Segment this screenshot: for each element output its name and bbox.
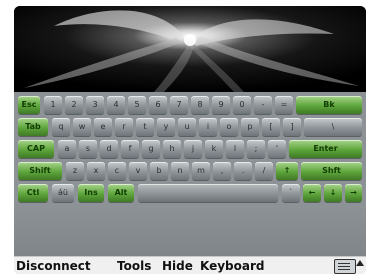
key-m[interactable]: m (192, 162, 210, 180)
key-semicolon[interactable]: ; (247, 140, 265, 158)
key-slash[interactable]: / (255, 162, 273, 180)
key-n[interactable]: n (171, 162, 189, 180)
key-t[interactable]: t (136, 118, 154, 136)
device-screen: Esc 1 2 3 4 5 6 7 8 9 0 - = Bk Tab q w e… (14, 6, 366, 274)
key-quote[interactable]: ' (268, 140, 286, 158)
key-comma[interactable]: , (213, 162, 231, 180)
key-backslash[interactable]: \ (304, 118, 362, 136)
taskbar: Disconnect Tools Hide Keyboard (14, 256, 366, 274)
key-arrow-left[interactable]: ← (303, 184, 321, 202)
key-caps-lock[interactable]: CAP (18, 140, 54, 158)
key-d[interactable]: d (100, 140, 118, 158)
key-y[interactable]: y (157, 118, 175, 136)
key-p[interactable]: p (241, 118, 259, 136)
key-shift-right[interactable]: Shft (301, 162, 362, 180)
key-e[interactable]: e (94, 118, 112, 136)
key-7[interactable]: 7 (170, 96, 188, 114)
key-3[interactable]: 3 (86, 96, 104, 114)
key-h[interactable]: h (163, 140, 181, 158)
key-c[interactable]: c (108, 162, 126, 180)
key-b[interactable]: b (150, 162, 168, 180)
key-g[interactable]: g (142, 140, 160, 158)
key-s[interactable]: s (79, 140, 97, 158)
key-equals[interactable]: = (275, 96, 293, 114)
key-ctrl[interactable]: Ctl (18, 184, 48, 202)
key-4[interactable]: 4 (107, 96, 125, 114)
key-right-bracket[interactable]: ] (283, 118, 301, 136)
wallpaper (14, 6, 366, 92)
key-a[interactable]: a (58, 140, 76, 158)
key-8[interactable]: 8 (191, 96, 209, 114)
key-arrow-up[interactable]: ↑ (276, 162, 298, 180)
key-1[interactable]: 1 (44, 96, 62, 114)
on-screen-keyboard: Esc 1 2 3 4 5 6 7 8 9 0 - = Bk Tab q w e… (14, 92, 366, 256)
key-w[interactable]: w (73, 118, 91, 136)
key-arrow-down[interactable]: ↓ (324, 184, 342, 202)
key-i[interactable]: i (199, 118, 217, 136)
key-f[interactable]: f (121, 140, 139, 158)
key-minus[interactable]: - (254, 96, 272, 114)
key-shift-left[interactable]: Shift (18, 162, 62, 180)
key-q[interactable]: q (52, 118, 70, 136)
key-x[interactable]: x (87, 162, 105, 180)
key-z[interactable]: z (66, 162, 84, 180)
key-left-bracket[interactable]: [ (262, 118, 280, 136)
key-o[interactable]: o (220, 118, 238, 136)
up-arrow-icon[interactable] (356, 260, 364, 266)
key-backspace[interactable]: Bk (296, 96, 362, 114)
key-tab[interactable]: Tab (18, 118, 48, 136)
key-space[interactable] (138, 184, 278, 202)
key-l[interactable]: l (226, 140, 244, 158)
key-period[interactable]: . (234, 162, 252, 180)
key-r[interactable]: r (115, 118, 133, 136)
menu-disconnect[interactable]: Disconnect (16, 258, 91, 274)
menu-keyboard[interactable]: Keyboard (200, 258, 265, 274)
key-5[interactable]: 5 (128, 96, 146, 114)
keyboard-panel-footer (14, 206, 366, 256)
key-insert[interactable]: Ins (78, 184, 104, 202)
key-intl[interactable]: áü (52, 184, 74, 202)
key-alt[interactable]: Alt (108, 184, 134, 202)
key-9[interactable]: 9 (212, 96, 230, 114)
keyboard-icon[interactable] (334, 259, 356, 274)
key-u[interactable]: u (178, 118, 196, 136)
key-2[interactable]: 2 (65, 96, 83, 114)
key-v[interactable]: v (129, 162, 147, 180)
key-6[interactable]: 6 (149, 96, 167, 114)
key-arrow-right[interactable]: → (345, 184, 362, 202)
menu-tools[interactable]: Tools (117, 258, 151, 274)
key-0[interactable]: 0 (233, 96, 251, 114)
key-esc[interactable]: Esc (18, 96, 40, 114)
key-j[interactable]: j (184, 140, 202, 158)
key-enter[interactable]: Enter (289, 140, 362, 158)
key-backtick[interactable]: ` (282, 184, 300, 202)
menu-hide[interactable]: Hide (162, 258, 193, 274)
key-k[interactable]: k (205, 140, 223, 158)
